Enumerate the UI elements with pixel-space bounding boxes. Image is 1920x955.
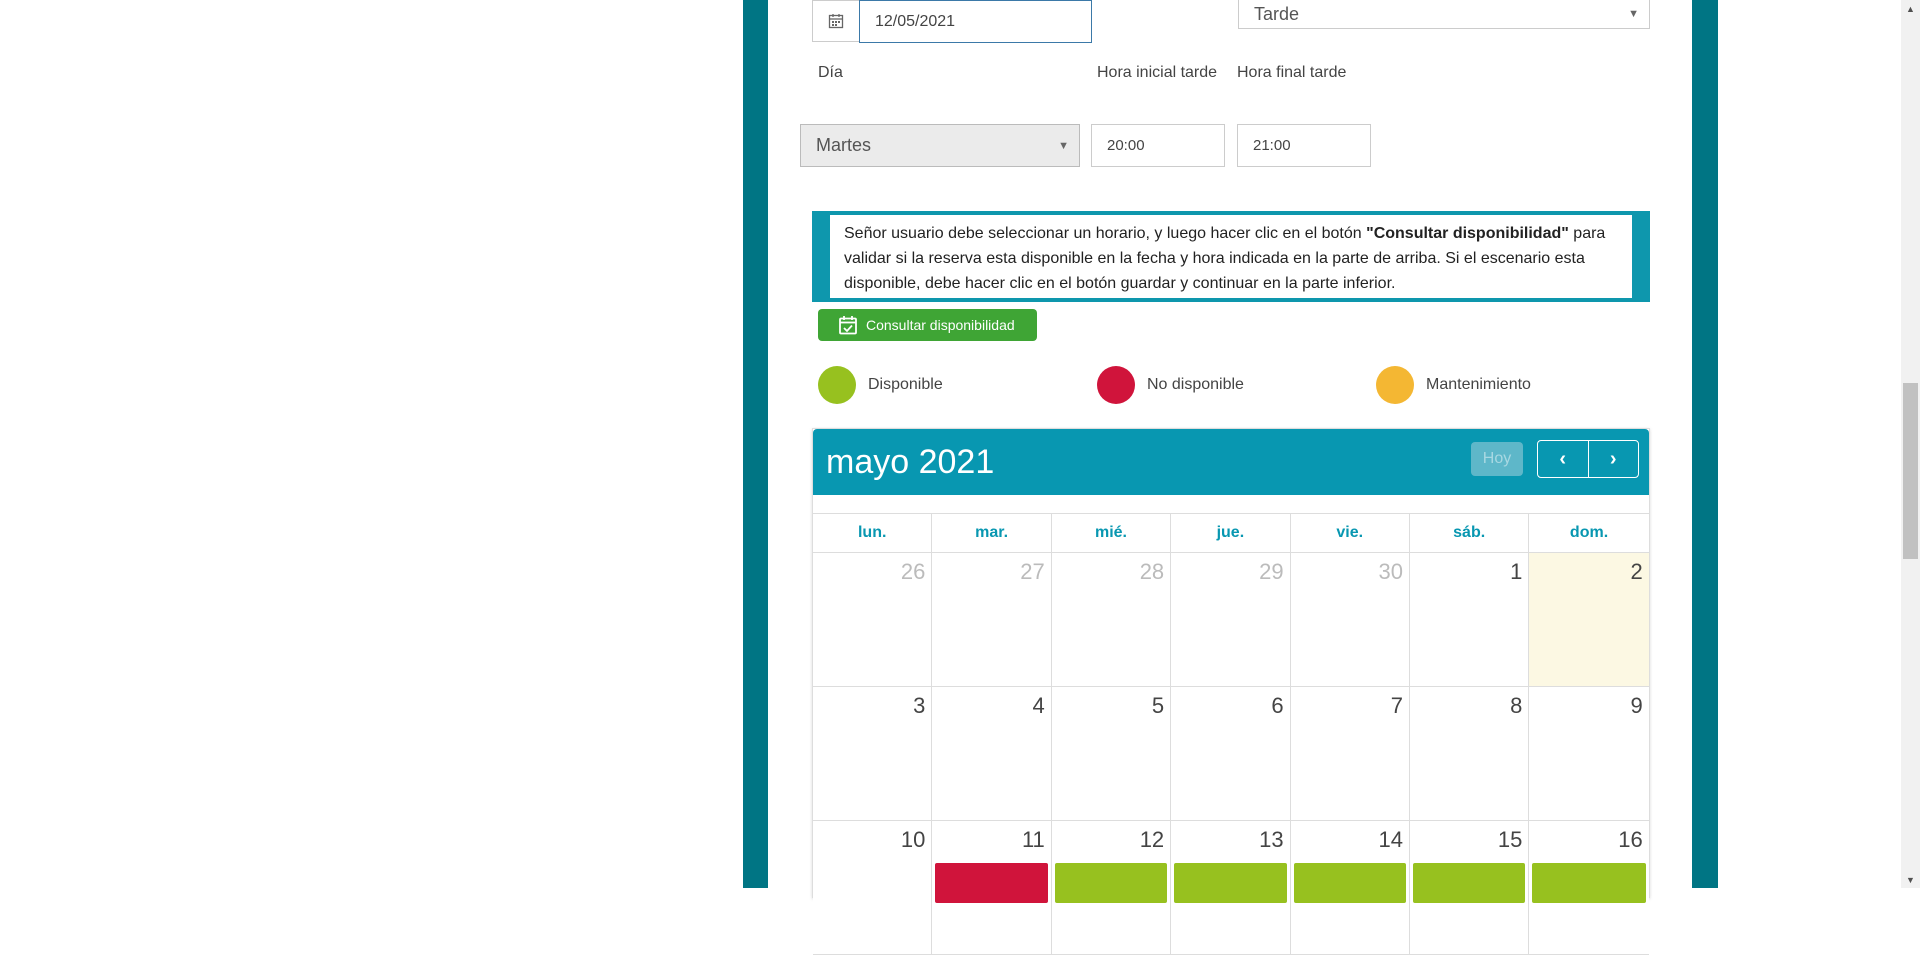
page-frame-left [743,0,768,888]
calendar-day-cell[interactable]: 4 [932,687,1052,820]
chevron-down-icon: ▼ [1058,139,1069,152]
hora-final-label: Hora final tarde [1237,64,1347,81]
dia-select[interactable]: Martes ▼ [800,124,1080,167]
hora-inicial-input[interactable]: 20:00 [1091,124,1225,167]
date-picker[interactable]: 12/05/2021 [812,0,1092,43]
calendar-title: mayo 2021 [826,443,995,481]
chevron-left-icon[interactable]: ‹ [1538,441,1588,477]
calendar-day-cell[interactable]: 27 [932,553,1052,686]
calendar-nav: ‹ › [1537,440,1639,478]
calendar-week-row: 26 27 28 29 30 1 2 [813,553,1649,687]
legend-dot-disponible [818,366,856,404]
day-of-week-label: dom. [1569,524,1609,541]
hora-final-input[interactable]: 21:00 [1237,124,1371,167]
today-button[interactable]: Hoy [1471,442,1523,476]
calendar-day-cell[interactable]: 29 [1171,553,1291,686]
calendar-weeks: 26 27 28 29 30 1 2 3 4 5 6 7 8 9 10 11 12 13 14 15 16 [813,553,1649,955]
calendar-day-number: 28 [1139,559,1165,584]
scroll-down-icon[interactable]: ▼ [1901,871,1920,888]
day-of-week-label: mar. [932,514,1052,552]
legend-disponible: Disponible [818,366,943,404]
calendar-day-number: 9 [1630,693,1643,718]
day-of-week-label: lun. [813,514,933,552]
day-of-week-label: sáb. [1410,514,1530,552]
chevron-down-icon: ▼ [1628,8,1639,20]
date-input[interactable]: 12/05/2021 [859,0,1092,43]
calendar-day-cell[interactable]: 1 [1409,553,1530,686]
scroll-up-icon[interactable]: ▲ [1901,0,1920,17]
calendar-day-number: 26 [900,559,926,584]
scrollbar-thumb[interactable] [1903,383,1918,559]
calendar-day-number: 2 [1630,559,1643,584]
calendar-day-cell[interactable]: 3 [813,687,933,820]
calendar-day-number: 27 [1020,559,1045,584]
reservation-panel: 12/05/2021 Tarde ▼ Día Hora inicial tard… [768,0,1692,955]
info-notice: Señor usuario debe seleccionar un horari… [812,211,1650,302]
calendar-event-no-disponible[interactable] [935,863,1048,903]
chevron-right-icon[interactable]: › [1587,441,1639,477]
calendar-day-number: 14 [1378,827,1403,852]
calendar-grid: lun. mar. mié. jue. vie. sáb. dom. 26 27 28 29 30 1… [813,513,1649,955]
calendar-day-number: 1 [1510,559,1523,584]
calendar-day-cell[interactable]: 9 [1529,687,1649,820]
calendar-day-number: 4 [1032,693,1045,718]
dia-label: Día [818,64,843,81]
calendar-day-cell[interactable]: 8 [1409,687,1530,820]
calendar-day-number: 11 [1021,827,1045,852]
consultar-disponibilidad-button[interactable]: Consultar disponibilidad [818,309,1037,341]
calendar-header: mayo 2021 Hoy ‹ › [813,429,1649,495]
legend-dot-no-disponible [1097,366,1135,404]
calendar-day-cell[interactable]: 26 [813,553,933,686]
calendar-day-number: 6 [1271,693,1284,718]
calendar-icon[interactable] [812,0,859,42]
calendar-day-cell[interactable]: 28 [1051,553,1172,686]
legend-dot-mantenimiento [1376,366,1414,404]
legend-mantenimiento: Mantenimiento [1376,366,1531,404]
calendar-day-number: 5 [1151,693,1165,718]
calendar-event-disponible[interactable] [1174,863,1287,903]
calendar-day-number: 30 [1378,559,1403,584]
calendar-event-disponible[interactable] [1412,863,1526,903]
calendar-week-row: 3 4 5 6 7 8 9 [813,687,1649,821]
calendar-day-number: 10 [900,827,926,852]
calendar-day-cell[interactable]: 30 [1290,553,1410,686]
day-of-week-label: jue. [1171,514,1291,552]
calendar-day-cell[interactable]: 7 [1290,687,1410,820]
calendar-day-number: 13 [1259,827,1284,852]
calendar-week-row: 10 11 12 13 14 15 16 [813,821,1649,955]
turno-select[interactable]: Tarde ▼ [1238,0,1650,29]
calendar-day-cell[interactable]: 2 [1529,553,1649,686]
calendar-day-number: 15 [1497,827,1523,852]
calendar-day-cell[interactable]: 6 [1171,687,1291,820]
calendar-day-number: 7 [1390,693,1403,718]
day-of-week-label: vie. [1291,514,1410,552]
calendar-day-cell[interactable]: 5 [1051,687,1172,820]
dia-select-value: Martes [816,135,872,155]
calendar-day-number: 8 [1510,693,1523,718]
calendar-day-number: 3 [913,693,926,718]
calendar-event-disponible[interactable] [1054,863,1168,903]
calendar-day-number: 12 [1139,827,1165,852]
calendar-day-number: 16 [1618,827,1643,852]
day-of-week-label: mié. [1052,514,1172,552]
calendar-event-disponible[interactable] [1532,863,1646,903]
info-notice-text: Señor usuario debe seleccionar un horari… [830,215,1632,298]
page-frame-right [1692,0,1718,888]
calendar: mayo 2021 Hoy ‹ › lun. mar. mié. jue. vie. sá… [812,428,1650,955]
calendar-check-icon [838,315,858,335]
scrollbar[interactable]: ▲ ▼ [1901,0,1920,888]
calendar-day-number: 29 [1259,559,1284,584]
calendar-event-disponible[interactable] [1293,863,1406,903]
day-of-week-header: lun. mar. mié. jue. vie. sáb. dom. [813,513,1649,553]
turno-select-value: Tarde [1254,3,1300,24]
hora-inicial-label: Hora inicial tarde [1097,64,1218,81]
legend-no-disponible: No disponible [1097,366,1244,404]
consultar-button-label: Consultar disponibilidad [866,317,1015,333]
